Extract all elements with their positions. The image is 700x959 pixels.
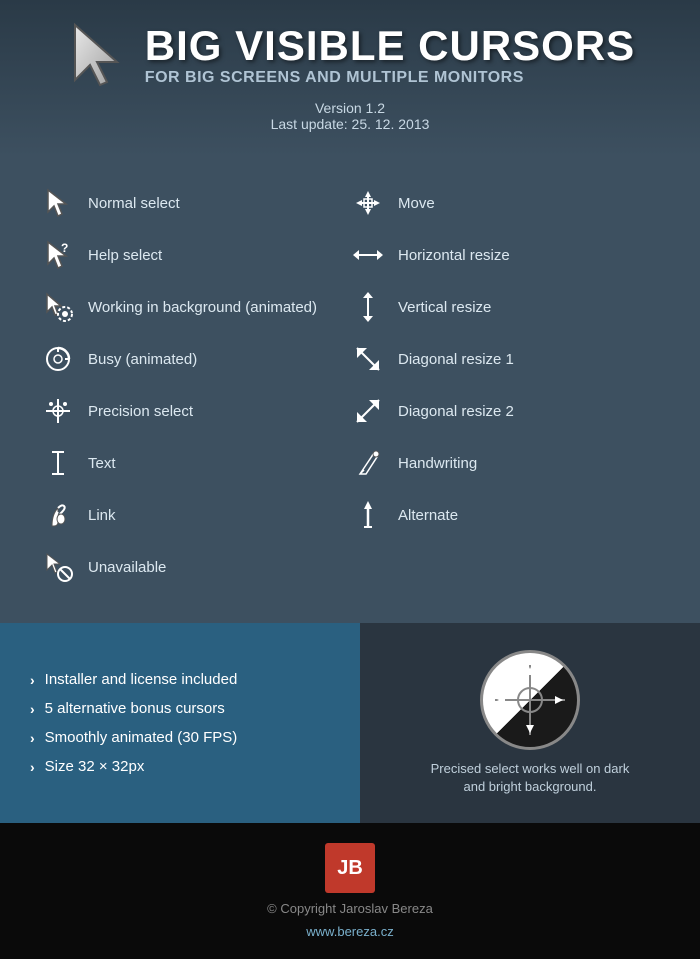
feature-item-1: › Installer and license included [30,671,330,688]
precision-select-icon [40,393,76,429]
busy-label: Busy (animated) [88,351,197,368]
working-background-icon [40,289,76,325]
website-link[interactable]: www.bereza.cz [306,924,393,939]
cursor-item-vertical-resize: Vertical resize [350,281,660,333]
alternate-icon [350,497,386,533]
vertical-resize-label: Vertical resize [398,299,491,316]
cursor-item-move: Move [350,177,660,229]
feature-item-3: › Smoothly animated (30 FPS) [30,729,330,746]
main-title: BIG VISIBLE CURSORS [145,23,635,69]
feature-arrow-2: › [30,701,35,717]
feature-item-2: › 5 alternative bonus cursors [30,700,330,717]
feature-arrow-3: › [30,730,35,746]
diagonal-resize-1-label: Diagonal resize 1 [398,351,514,368]
last-update: Last update: 25. 12. 2013 [30,116,670,132]
text-cursor-icon [40,445,76,481]
copyright: © Copyright Jaroslav Bereza [267,901,433,916]
unavailable-label: Unavailable [88,559,166,576]
cursor-item-working-background: Working in background (animated) [40,281,350,333]
feature-item-4: › Size 32 × 32px [30,758,330,775]
feature-label-3: Smoothly animated (30 FPS) [45,729,238,746]
logo-text: JB [337,857,363,880]
feature-arrow-4: › [30,759,35,775]
footer: JB © Copyright Jaroslav Bereza www.berez… [0,823,700,959]
features-panel: › Installer and license included › 5 alt… [0,623,360,823]
precision-cursor-preview [480,650,580,750]
cursor-item-busy: Busy (animated) [40,333,350,385]
cursor-item-horizontal-resize: Horizontal resize [350,229,660,281]
sub-title: FOR BIG SCREENS AND MULTIPLE MONITORS [145,69,635,87]
cursor-logo-icon [65,20,135,90]
move-label: Move [398,195,435,212]
link-icon [40,497,76,533]
cursor-list-section: Normal select ? Help select [0,157,700,623]
link-label: Link [88,507,116,524]
feature-label-2: 5 alternative bonus cursors [45,700,225,717]
cursor-column-right: Move Horizontal resize [350,177,660,593]
version: Version 1.2 [30,100,670,116]
handwriting-label: Handwriting [398,455,477,472]
cursor-item-handwriting: Handwriting [350,437,660,489]
cursor-item-help-select: ? Help select [40,229,350,281]
vertical-resize-icon [350,289,386,325]
cursor-item-diagonal-resize-2: Diagonal resize 2 [350,385,660,437]
horizontal-resize-icon [350,237,386,273]
alternate-label: Alternate [398,507,458,524]
header: BIG VISIBLE CURSORS FOR BIG SCREENS AND … [0,0,700,157]
working-background-label: Working in background (animated) [88,299,317,316]
move-icon [350,185,386,221]
cursor-column-left: Normal select ? Help select [40,177,350,593]
normal-select-icon [40,185,76,221]
diagonal-resize-2-label: Diagonal resize 2 [398,403,514,420]
preview-caption: Precised select works well on darkand br… [431,760,630,796]
handwriting-icon [350,445,386,481]
cursor-item-unavailable: Unavailable [40,541,350,593]
cursor-item-link: Link [40,489,350,541]
diagonal-resize-1-icon [350,341,386,377]
busy-icon [40,341,76,377]
logo-badge: JB [325,843,375,893]
normal-select-label: Normal select [88,195,180,212]
cursor-item-normal-select: Normal select [40,177,350,229]
horizontal-resize-label: Horizontal resize [398,247,510,264]
bottom-section: › Installer and license included › 5 alt… [0,623,700,823]
unavailable-icon [40,549,76,585]
cursor-item-text: Text [40,437,350,489]
feature-arrow-1: › [30,672,35,688]
cursor-item-diagonal-resize-1: Diagonal resize 1 [350,333,660,385]
feature-label-1: Installer and license included [45,671,238,688]
main-container: BIG VISIBLE CURSORS FOR BIG SCREENS AND … [0,0,700,959]
feature-label-4: Size 32 × 32px [45,758,145,775]
cursor-item-precision-select: Precision select [40,385,350,437]
diagonal-resize-2-icon [350,393,386,429]
preview-panel: Precised select works well on darkand br… [360,623,700,823]
help-select-icon: ? [40,237,76,273]
precision-select-label: Precision select [88,403,193,420]
help-select-label: Help select [88,247,162,264]
svg-text:?: ? [61,241,68,255]
text-label: Text [88,455,116,472]
cursor-item-alternate: Alternate [350,489,660,541]
